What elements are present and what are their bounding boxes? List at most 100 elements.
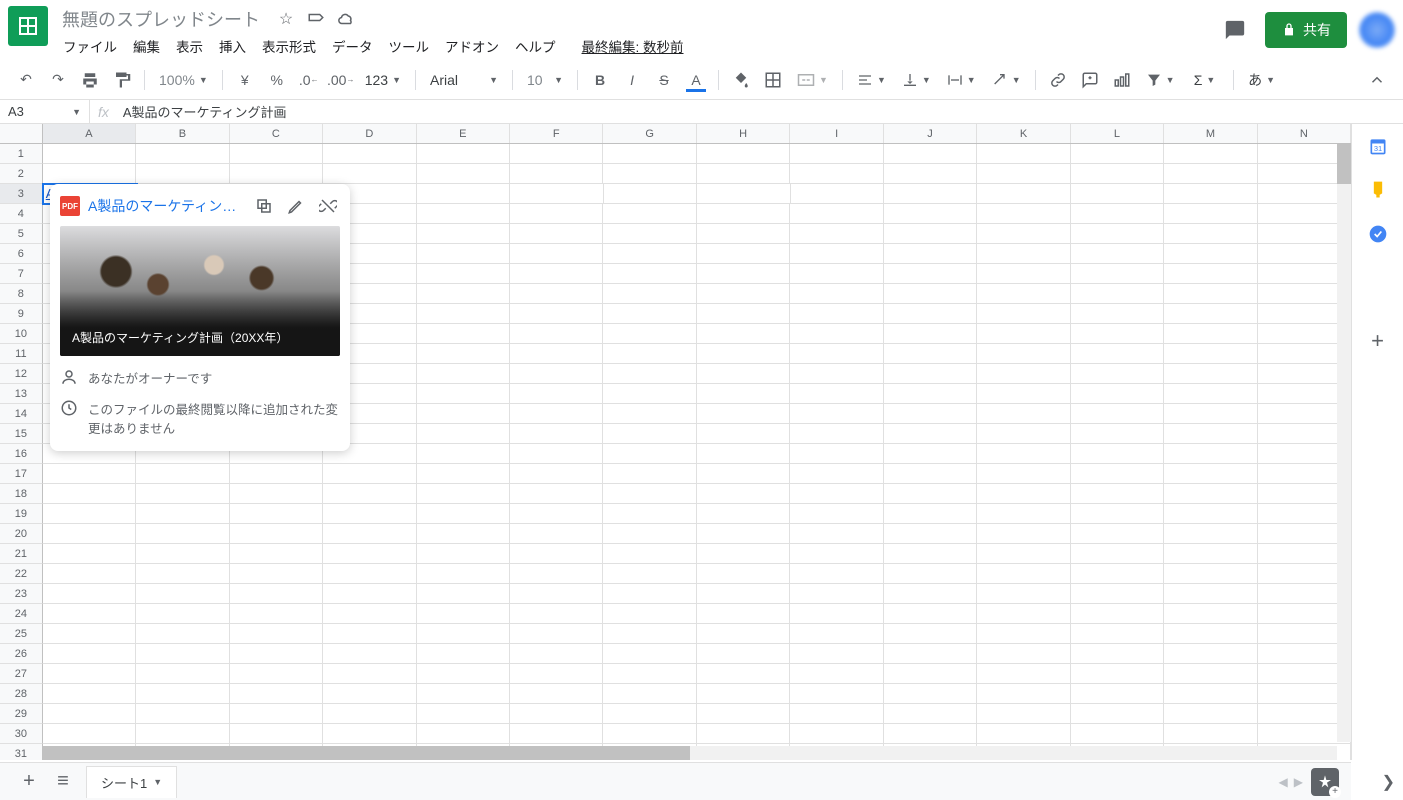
cell-E7[interactable] bbox=[417, 264, 510, 284]
cell-G16[interactable] bbox=[603, 444, 696, 464]
cell-K4[interactable] bbox=[977, 204, 1070, 224]
cell-L1[interactable] bbox=[1071, 144, 1164, 164]
row-header-5[interactable]: 5 bbox=[0, 224, 43, 244]
cell-L29[interactable] bbox=[1071, 704, 1164, 724]
account-avatar[interactable] bbox=[1359, 12, 1395, 48]
cell-G27[interactable] bbox=[603, 664, 696, 684]
cell-H13[interactable] bbox=[697, 384, 790, 404]
cell-I16[interactable] bbox=[790, 444, 883, 464]
currency-button[interactable]: ¥ bbox=[231, 66, 259, 94]
cell-F12[interactable] bbox=[510, 364, 603, 384]
cell-J4[interactable] bbox=[884, 204, 977, 224]
row-header-31[interactable]: 31 bbox=[0, 744, 43, 760]
cell-E29[interactable] bbox=[417, 704, 510, 724]
horizontal-scrollbar[interactable] bbox=[43, 746, 1337, 760]
calendar-icon[interactable]: 31 bbox=[1368, 136, 1388, 156]
cell-L6[interactable] bbox=[1071, 244, 1164, 264]
cell-G8[interactable] bbox=[603, 284, 696, 304]
cell-K19[interactable] bbox=[977, 504, 1070, 524]
cell-D29[interactable] bbox=[323, 704, 416, 724]
cell-A17[interactable] bbox=[43, 464, 136, 484]
cell-I20[interactable] bbox=[790, 524, 883, 544]
cell-F15[interactable] bbox=[510, 424, 603, 444]
cell-D23[interactable] bbox=[323, 584, 416, 604]
cell-H14[interactable] bbox=[697, 404, 790, 424]
cell-J7[interactable] bbox=[884, 264, 977, 284]
cell-F8[interactable] bbox=[510, 284, 603, 304]
col-header-E[interactable]: E bbox=[417, 124, 510, 143]
cell-M3[interactable] bbox=[1164, 184, 1257, 204]
keep-icon[interactable] bbox=[1368, 180, 1388, 200]
cell-E25[interactable] bbox=[417, 624, 510, 644]
cell-C1[interactable] bbox=[230, 144, 323, 164]
cell-B24[interactable] bbox=[136, 604, 229, 624]
cell-E9[interactable] bbox=[417, 304, 510, 324]
cell-B19[interactable] bbox=[136, 504, 229, 524]
row-header-16[interactable]: 16 bbox=[0, 444, 43, 464]
name-box[interactable]: A3▼ bbox=[0, 100, 90, 123]
cell-J5[interactable] bbox=[884, 224, 977, 244]
cell-E6[interactable] bbox=[417, 244, 510, 264]
cell-C29[interactable] bbox=[230, 704, 323, 724]
cell-I21[interactable] bbox=[790, 544, 883, 564]
cell-F10[interactable] bbox=[510, 324, 603, 344]
cell-B18[interactable] bbox=[136, 484, 229, 504]
cell-M21[interactable] bbox=[1164, 544, 1257, 564]
cell-K12[interactable] bbox=[977, 364, 1070, 384]
cell-I27[interactable] bbox=[790, 664, 883, 684]
cell-A24[interactable] bbox=[43, 604, 136, 624]
cell-D26[interactable] bbox=[323, 644, 416, 664]
cell-F24[interactable] bbox=[510, 604, 603, 624]
cell-J27[interactable] bbox=[884, 664, 977, 684]
last-edit[interactable]: 最終編集: 数秒前 bbox=[575, 32, 691, 60]
cell-L13[interactable] bbox=[1071, 384, 1164, 404]
col-header-A[interactable]: A bbox=[43, 124, 136, 143]
cell-L5[interactable] bbox=[1071, 224, 1164, 244]
cell-F27[interactable] bbox=[510, 664, 603, 684]
cell-E23[interactable] bbox=[417, 584, 510, 604]
doc-title[interactable]: 無題のスプレッドシート bbox=[56, 4, 266, 34]
cell-H8[interactable] bbox=[697, 284, 790, 304]
cell-E1[interactable] bbox=[417, 144, 510, 164]
cell-E24[interactable] bbox=[417, 604, 510, 624]
cell-H5[interactable] bbox=[697, 224, 790, 244]
cell-F25[interactable] bbox=[510, 624, 603, 644]
cell-B20[interactable] bbox=[136, 524, 229, 544]
row-header-27[interactable]: 27 bbox=[0, 664, 43, 684]
cell-A21[interactable] bbox=[43, 544, 136, 564]
cell-H4[interactable] bbox=[697, 204, 790, 224]
cell-B29[interactable] bbox=[136, 704, 229, 724]
cell-C30[interactable] bbox=[230, 724, 323, 744]
menu-help[interactable]: ヘルプ bbox=[508, 32, 563, 60]
cell-I2[interactable] bbox=[790, 164, 883, 184]
row-header-21[interactable]: 21 bbox=[0, 544, 43, 564]
col-header-N[interactable]: N bbox=[1258, 124, 1351, 143]
cell-B28[interactable] bbox=[136, 684, 229, 704]
cell-F5[interactable] bbox=[510, 224, 603, 244]
cell-M15[interactable] bbox=[1164, 424, 1257, 444]
row-header-15[interactable]: 15 bbox=[0, 424, 43, 444]
cell-K7[interactable] bbox=[977, 264, 1070, 284]
row-header-13[interactable]: 13 bbox=[0, 384, 43, 404]
row-header-12[interactable]: 12 bbox=[0, 364, 43, 384]
cell-M22[interactable] bbox=[1164, 564, 1257, 584]
cell-F3[interactable] bbox=[510, 184, 603, 204]
cell-D1[interactable] bbox=[323, 144, 416, 164]
cell-J15[interactable] bbox=[884, 424, 977, 444]
row-header-30[interactable]: 30 bbox=[0, 724, 43, 744]
cell-I8[interactable] bbox=[790, 284, 883, 304]
cell-L14[interactable] bbox=[1071, 404, 1164, 424]
cell-G24[interactable] bbox=[603, 604, 696, 624]
cell-G18[interactable] bbox=[603, 484, 696, 504]
cell-H29[interactable] bbox=[697, 704, 790, 724]
cell-J23[interactable] bbox=[884, 584, 977, 604]
row-header-2[interactable]: 2 bbox=[0, 164, 43, 184]
cell-F28[interactable] bbox=[510, 684, 603, 704]
v-align-button[interactable]: ▼ bbox=[896, 66, 937, 94]
cell-H6[interactable] bbox=[697, 244, 790, 264]
cell-L19[interactable] bbox=[1071, 504, 1164, 524]
share-button[interactable]: 共有 bbox=[1265, 12, 1347, 48]
col-header-D[interactable]: D bbox=[323, 124, 416, 143]
cell-E22[interactable] bbox=[417, 564, 510, 584]
cell-I17[interactable] bbox=[790, 464, 883, 484]
